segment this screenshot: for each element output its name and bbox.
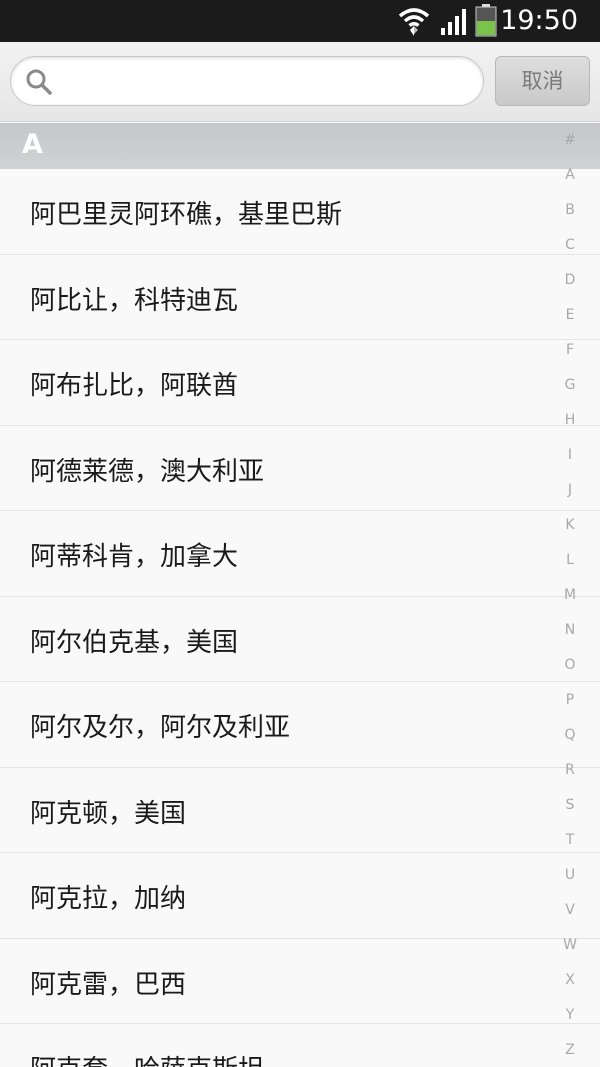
- list-item[interactable]: 阿比让，科特迪瓦: [0, 255, 600, 340]
- city-label: 阿克雷，巴西: [30, 969, 187, 1000]
- cancel-button[interactable]: 取消: [495, 56, 590, 106]
- index-letter-u[interactable]: U: [552, 867, 588, 883]
- index-letter-d[interactable]: D: [552, 272, 588, 288]
- index-letter-x[interactable]: X: [552, 972, 588, 988]
- index-letter-j[interactable]: J: [552, 482, 588, 498]
- search-box[interactable]: [10, 56, 484, 106]
- city-label: 阿尔及尔，阿尔及利亚: [30, 713, 291, 743]
- index-letter-y[interactable]: Y: [552, 1007, 588, 1023]
- city-label: 阿德莱德，澳大利亚: [30, 456, 265, 487]
- status-bar: 19:50: [0, 0, 600, 42]
- index-letter-n[interactable]: N: [552, 622, 588, 638]
- index-letter-a[interactable]: A: [552, 167, 588, 183]
- list-item[interactable]: 阿克顿，美国: [0, 768, 600, 853]
- index-letter-s[interactable]: S: [552, 797, 588, 813]
- list-item[interactable]: 阿克套，哈萨克斯坦: [0, 1024, 600, 1067]
- index-letter-g[interactable]: G: [552, 377, 588, 393]
- signal-icon: [441, 9, 466, 35]
- city-label: 阿克套，哈萨克斯坦: [30, 1049, 264, 1067]
- list-item[interactable]: 阿巴里灵阿环礁，基里巴斯: [0, 169, 600, 255]
- index-letter-z[interactable]: Z: [552, 1042, 588, 1058]
- index-letter-l[interactable]: L: [552, 552, 588, 568]
- alphabet-index[interactable]: # A B C D E F G H I J K L M N O P Q R S T U V W X Y Z: [552, 127, 588, 1067]
- city-label: 阿克拉，加纳: [30, 884, 187, 914]
- search-input[interactable]: [63, 63, 471, 99]
- list-item[interactable]: 阿克雷，巴西: [0, 939, 600, 1024]
- section-letter: A: [22, 129, 43, 160]
- index-letter-e[interactable]: E: [552, 307, 588, 323]
- index-letter-f[interactable]: F: [552, 342, 588, 358]
- index-letter-b[interactable]: B: [552, 202, 588, 218]
- battery-icon: [475, 4, 497, 37]
- index-letter-i[interactable]: I: [552, 447, 588, 463]
- list-item[interactable]: 阿布扎比，阿联酋: [0, 340, 600, 426]
- list-item[interactable]: 阿尔及尔，阿尔及利亚: [0, 682, 600, 768]
- search-icon: [26, 69, 52, 95]
- city-label: 阿蒂科肯，加拿大: [30, 542, 239, 572]
- status-time: 19:50: [500, 5, 578, 36]
- wifi-icon: [398, 8, 430, 36]
- city-label: 阿克顿，美国: [30, 798, 187, 829]
- city-label: 阿比让，科特迪瓦: [30, 285, 239, 316]
- index-letter-p[interactable]: P: [552, 692, 588, 708]
- index-letter-h[interactable]: H: [552, 412, 588, 428]
- index-letter-w[interactable]: W: [552, 937, 588, 953]
- index-letter-r[interactable]: R: [552, 762, 588, 778]
- index-letter-c[interactable]: C: [552, 237, 588, 253]
- index-letter-hash[interactable]: #: [552, 132, 588, 148]
- list-item[interactable]: 阿蒂科肯，加拿大: [0, 511, 600, 597]
- search-header: 取消: [0, 42, 600, 122]
- list-item[interactable]: 阿德莱德，澳大利亚: [0, 426, 600, 511]
- list-item[interactable]: 阿克拉，加纳: [0, 853, 600, 939]
- section-header: A: [0, 123, 600, 169]
- index-letter-k[interactable]: K: [552, 517, 588, 533]
- index-letter-o[interactable]: O: [552, 657, 588, 673]
- city-label: 阿布扎比，阿联酋: [30, 371, 239, 401]
- city-label: 阿尔伯克基，美国: [30, 627, 239, 658]
- city-label: 阿巴里灵阿环礁，基里巴斯: [30, 200, 343, 230]
- index-letter-m[interactable]: M: [552, 587, 588, 603]
- index-letter-t[interactable]: T: [552, 832, 588, 848]
- index-letter-q[interactable]: Q: [552, 727, 588, 743]
- index-letter-v[interactable]: V: [552, 902, 588, 918]
- list-item[interactable]: 阿尔伯克基，美国: [0, 597, 600, 682]
- city-list[interactable]: 阿巴里灵阿环礁，基里巴斯 阿比让，科特迪瓦 阿布扎比，阿联酋 阿德莱德，澳大利亚…: [0, 169, 600, 1067]
